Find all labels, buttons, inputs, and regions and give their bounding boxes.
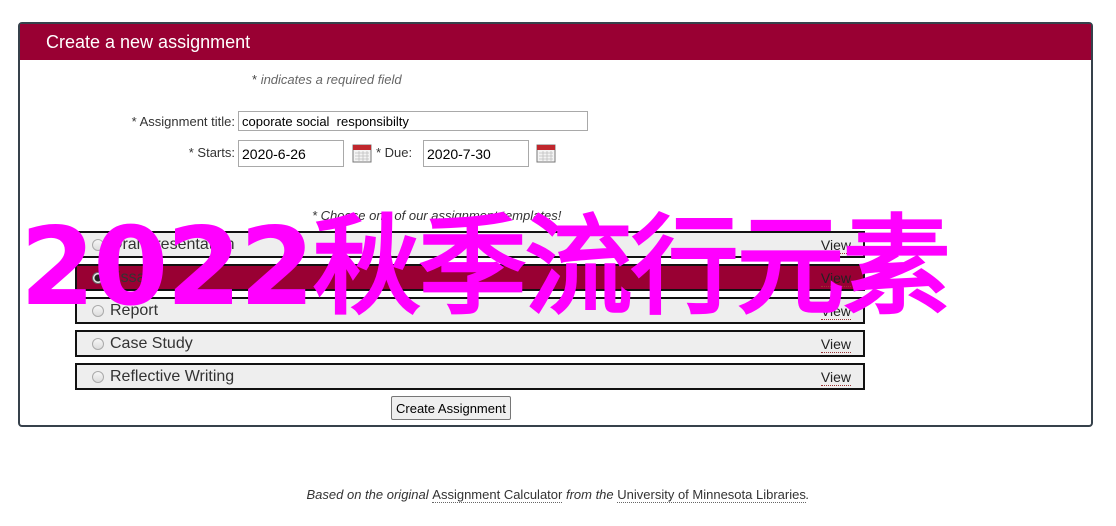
view-link[interactable]: View — [820, 370, 851, 386]
template-option-reflective-writing[interactable]: Reflective Writing View — [75, 363, 865, 390]
template-option-case-study[interactable]: Case Study View — [75, 330, 865, 357]
template-list: Oral Presentation View Essay View Report… — [75, 231, 865, 396]
radio-button[interactable] — [92, 338, 104, 350]
assignment-title-input[interactable] — [238, 111, 588, 131]
choose-template-note: * Choose one of our assignment templates… — [312, 208, 562, 223]
footer-credit: Based on the original Assignment Calcula… — [306, 487, 810, 503]
template-option-report[interactable]: Report View — [75, 297, 865, 324]
calendar-icon[interactable] — [352, 143, 372, 163]
start-date-input[interactable] — [238, 140, 344, 167]
view-link[interactable]: View — [820, 238, 851, 254]
assignment-calculator-link[interactable]: Assignment Calculator — [432, 487, 563, 503]
umn-libraries-link[interactable]: University of Minnesota Libraries — [617, 487, 806, 503]
calendar-icon[interactable] — [536, 143, 556, 163]
radio-button[interactable] — [92, 272, 104, 284]
view-link[interactable]: View — [820, 337, 851, 353]
view-link[interactable]: View — [820, 271, 851, 287]
starts-label: * Starts: — [188, 145, 235, 160]
radio-button[interactable] — [92, 371, 104, 383]
template-option-oral-presentation[interactable]: Oral Presentation View — [75, 231, 865, 258]
card-header: Create a new assignment — [20, 24, 1091, 60]
due-label: * Due: — [376, 145, 413, 160]
create-assignment-button[interactable]: Create Assignment — [391, 396, 511, 420]
radio-button[interactable] — [92, 305, 104, 317]
template-option-essay[interactable]: Essay View — [75, 264, 865, 291]
due-date-input[interactable] — [423, 140, 529, 167]
create-assignment-card: Create a new assignment * indicates a re… — [18, 22, 1093, 427]
required-field-note: * indicates a required field — [252, 72, 402, 87]
view-link[interactable]: View — [820, 304, 851, 320]
assignment-title-label: * Assignment title: — [131, 114, 235, 129]
radio-button[interactable] — [92, 239, 104, 251]
